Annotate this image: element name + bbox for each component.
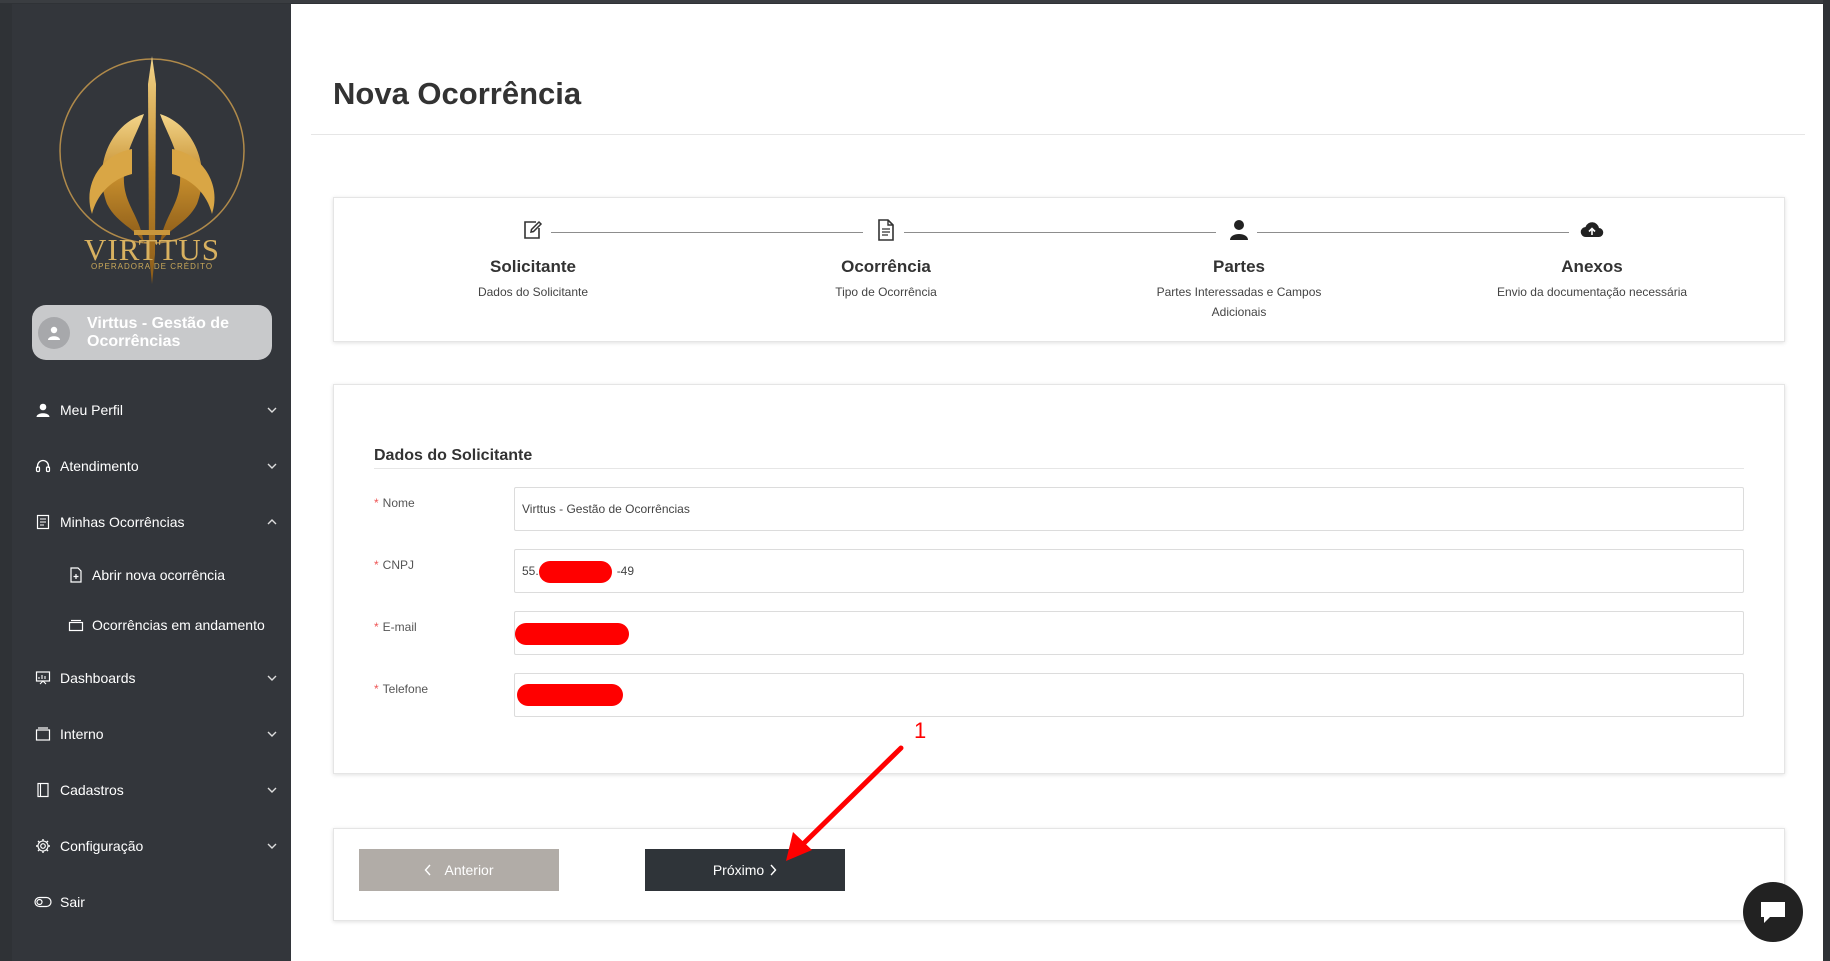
sidebar-item-label: Dashboards — [60, 670, 136, 686]
cnpj-value-suffix: -49 — [616, 564, 635, 578]
current-user-pill[interactable]: Virttus - Gestão de Ocorrências — [32, 305, 272, 360]
cloud-upload-icon — [1580, 218, 1604, 242]
sidebar-item-interno[interactable]: Interno — [34, 719, 279, 749]
page-title: Nova Ocorrência — [333, 76, 582, 111]
avatar — [38, 316, 70, 349]
section-divider — [374, 468, 1744, 469]
chat-button[interactable] — [1743, 882, 1803, 942]
sidebar-item-label: Configuração — [60, 838, 144, 854]
email-field[interactable] — [514, 611, 1744, 655]
folder-stack-icon — [68, 617, 84, 633]
chevron-down-icon — [265, 727, 279, 741]
sidebar-item-label: Sair — [60, 894, 85, 910]
form-card: Dados do Solicitante * Nome Virttus - Ges… — [333, 384, 1785, 774]
sidebar-item-sair[interactable]: Sair — [34, 887, 279, 917]
user-avatar-icon — [48, 326, 60, 340]
edit-icon — [521, 218, 545, 242]
sidebar-subitem-label: Ocorrências em andamento — [92, 617, 265, 633]
file-plus-icon — [68, 567, 84, 583]
required-marker: * — [374, 620, 379, 634]
sidebar-item-label: Minhas Ocorrências — [60, 514, 185, 530]
chat-bubble-icon — [1761, 902, 1785, 923]
window-right-edge — [1823, 0, 1830, 961]
cnpj-label: * CNPJ — [374, 558, 415, 572]
next-button-label: Próximo — [712, 862, 765, 878]
sidebar-item-configuracao[interactable]: Configuração — [34, 831, 279, 861]
sidebar-item-label: Atendimento — [60, 458, 139, 474]
step-title: Solicitante — [490, 257, 576, 276]
required-marker: * — [374, 682, 379, 696]
nome-value: Virttus - Gestão de Ocorrências — [522, 502, 690, 516]
sidebar-subitem-label: Abrir nova ocorrência — [92, 567, 226, 583]
gear-icon — [34, 837, 52, 855]
sidebar-subitem-abrir-nova-ocorrencia[interactable]: Abrir nova ocorrência — [56, 562, 286, 588]
telefone-label: * Telefone — [374, 682, 429, 696]
step-description: Dados do Solicitante — [477, 285, 589, 299]
step-connector — [1257, 232, 1569, 233]
step-title: Partes — [1213, 257, 1265, 276]
nome-field[interactable]: Virttus - Gestão de Ocorrências — [514, 487, 1744, 531]
step-description: Envio da documentação necessária — [1496, 285, 1688, 299]
navigation-card: Anterior Próximo — [333, 828, 1785, 921]
sidebar-subitem-ocorrencias-em-andamento[interactable]: Ocorrências em andamento — [56, 612, 286, 638]
required-marker: * — [374, 558, 379, 572]
user-icon — [34, 401, 52, 419]
email-label: * E-mail — [374, 620, 417, 634]
previous-button[interactable]: Anterior — [359, 849, 559, 891]
sidebar: VIRTTUS OPERADORA DE CRÉDITO Virttus - G… — [12, 4, 291, 961]
cnpj-value-prefix: 55. — [522, 564, 539, 578]
chevron-right-icon — [769, 864, 777, 876]
brand-tagline: OPERADORA DE CRÉDITO — [90, 262, 214, 271]
main-content: Nova Ocorrência Solicitante Dados do Sol… — [291, 4, 1823, 961]
presentation-chart-icon — [34, 669, 52, 687]
step-connector — [904, 232, 1216, 233]
redaction-mark — [515, 623, 629, 645]
window-top-border — [0, 0, 1830, 3]
section-title: Dados do Solicitante — [374, 447, 533, 464]
title-divider — [311, 134, 1805, 135]
previous-button-label: Anterior — [444, 862, 494, 878]
redaction-mark — [517, 684, 623, 706]
chevron-down-icon — [265, 671, 279, 685]
step-description: Partes Interessadas e Campos Adicionais — [1156, 285, 1322, 319]
chevron-left-icon — [424, 864, 432, 876]
chevron-down-icon — [265, 839, 279, 853]
chevron-down-icon — [265, 459, 279, 473]
sidebar-item-meu-perfil[interactable]: Meu Perfil — [34, 395, 279, 425]
step-title: Anexos — [1561, 257, 1623, 276]
annotation-number: 1 — [914, 718, 927, 743]
headset-icon — [34, 457, 52, 475]
nome-label: * Nome — [374, 496, 415, 510]
book-icon — [34, 781, 52, 799]
required-marker: * — [374, 496, 379, 510]
sidebar-item-label: Interno — [60, 726, 104, 742]
sidebar-item-atendimento[interactable]: Atendimento — [34, 451, 279, 481]
brand-logo: VIRTTUS OPERADORA DE CRÉDITO — [52, 54, 252, 284]
sidebar-item-minhas-ocorrencias[interactable]: Minhas Ocorrências — [34, 507, 279, 537]
toggle-icon — [34, 893, 52, 911]
chevron-up-icon — [265, 515, 279, 529]
sidebar-item-label: Cadastros — [60, 782, 124, 798]
telefone-field[interactable] — [514, 673, 1744, 717]
sidebar-item-label: Meu Perfil — [60, 402, 124, 418]
cnpj-field[interactable]: 55. -49 — [514, 549, 1744, 593]
inbox-icon — [34, 725, 52, 743]
chevron-down-icon — [265, 783, 279, 797]
redaction-mark — [539, 561, 612, 583]
sidebar-item-cadastros[interactable]: Cadastros — [34, 775, 279, 805]
person-icon — [1227, 218, 1251, 242]
step-description: Tipo de Ocorrência — [835, 285, 937, 299]
step-connector — [551, 232, 863, 233]
chevron-down-icon — [265, 403, 279, 417]
step-title: Ocorrência — [841, 257, 931, 276]
next-button[interactable]: Próximo — [645, 849, 845, 891]
document-icon — [874, 218, 898, 242]
user-name: Virttus - Gestão de Ocorrências — [87, 314, 229, 350]
stepper-card: Solicitante Dados do Solicitante Ocorrên… — [333, 197, 1785, 342]
sidebar-item-dashboards[interactable]: Dashboards — [34, 663, 279, 693]
document-list-icon — [34, 513, 52, 531]
